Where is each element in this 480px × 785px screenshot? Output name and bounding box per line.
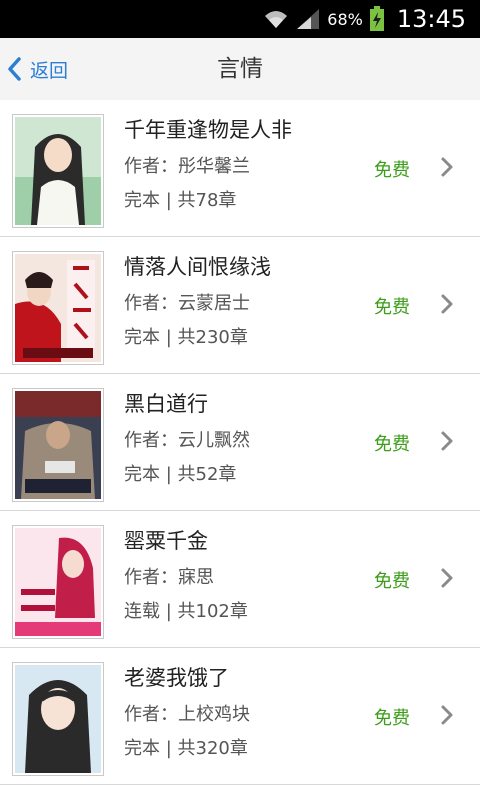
book-list-item[interactable]: 老婆我饿了 作者：上校鸡块 完本 | 共320章 免费 xyxy=(0,648,480,785)
signal-icon xyxy=(297,9,320,29)
book-title: 情落人间恨缘浅 xyxy=(124,255,271,279)
price-label: 免费 xyxy=(374,160,410,181)
book-author: 作者：彤华馨兰 xyxy=(124,156,250,177)
book-title: 老婆我饿了 xyxy=(124,666,229,690)
nav-header: 返回 言情 xyxy=(0,38,480,100)
book-status: 完本 | 共52章 xyxy=(124,464,237,485)
status-icons: 68% 13:45 xyxy=(263,0,466,38)
price-label: 免费 xyxy=(374,571,410,592)
book-author: 作者：上校鸡块 xyxy=(124,704,250,725)
book-list-item[interactable]: 黑白道行 作者：云儿飘然 完本 | 共52章 免费 xyxy=(0,374,480,511)
book-title: 千年重逢物是人非 xyxy=(124,118,292,142)
book-cover-image xyxy=(15,254,101,362)
book-list-item[interactable]: 罂粟千金 作者：寐思 连载 | 共102章 免费 xyxy=(0,511,480,648)
battery-percent: 68% xyxy=(327,9,363,29)
clock: 13:45 xyxy=(396,5,466,33)
book-cover-image xyxy=(15,665,101,773)
price-label: 免费 xyxy=(374,708,410,729)
book-cover-image xyxy=(15,117,101,225)
chevron-right-icon xyxy=(441,294,453,314)
book-status: 连载 | 共102章 xyxy=(124,601,248,622)
price-label: 免费 xyxy=(374,434,410,455)
chevron-right-icon xyxy=(441,705,453,725)
book-title: 黑白道行 xyxy=(124,392,208,416)
book-author: 作者：云蒙居士 xyxy=(124,293,250,314)
book-status: 完本 | 共78章 xyxy=(124,190,237,211)
battery-charging-icon xyxy=(369,6,384,31)
book-cover-1 xyxy=(12,114,104,228)
status-bar: 68% 13:45 xyxy=(0,0,480,38)
book-cover-3 xyxy=(12,388,104,502)
page-title: 言情 xyxy=(217,56,263,82)
chevron-right-icon xyxy=(441,568,453,588)
book-author: 作者：云儿飘然 xyxy=(124,430,250,451)
book-status: 完本 | 共320章 xyxy=(124,738,248,759)
chevron-right-icon xyxy=(441,431,453,451)
book-list-item[interactable]: 千年重逢物是人非 作者：彤华馨兰 完本 | 共78章 免费 xyxy=(0,100,480,237)
book-cover-2 xyxy=(12,251,104,365)
book-author: 作者：寐思 xyxy=(124,567,214,588)
book-cover-image xyxy=(15,528,101,636)
book-title: 罂粟千金 xyxy=(124,529,208,553)
book-status: 完本 | 共230章 xyxy=(124,327,248,348)
wifi-icon xyxy=(265,11,288,28)
book-cover-5 xyxy=(12,662,104,776)
book-cover-4 xyxy=(12,525,104,639)
book-cover-image xyxy=(15,391,101,499)
book-list-item[interactable]: 情落人间恨缘浅 作者：云蒙居士 完本 | 共230章 免费 xyxy=(0,237,480,374)
price-label: 免费 xyxy=(374,297,410,318)
chevron-right-icon xyxy=(441,157,453,177)
